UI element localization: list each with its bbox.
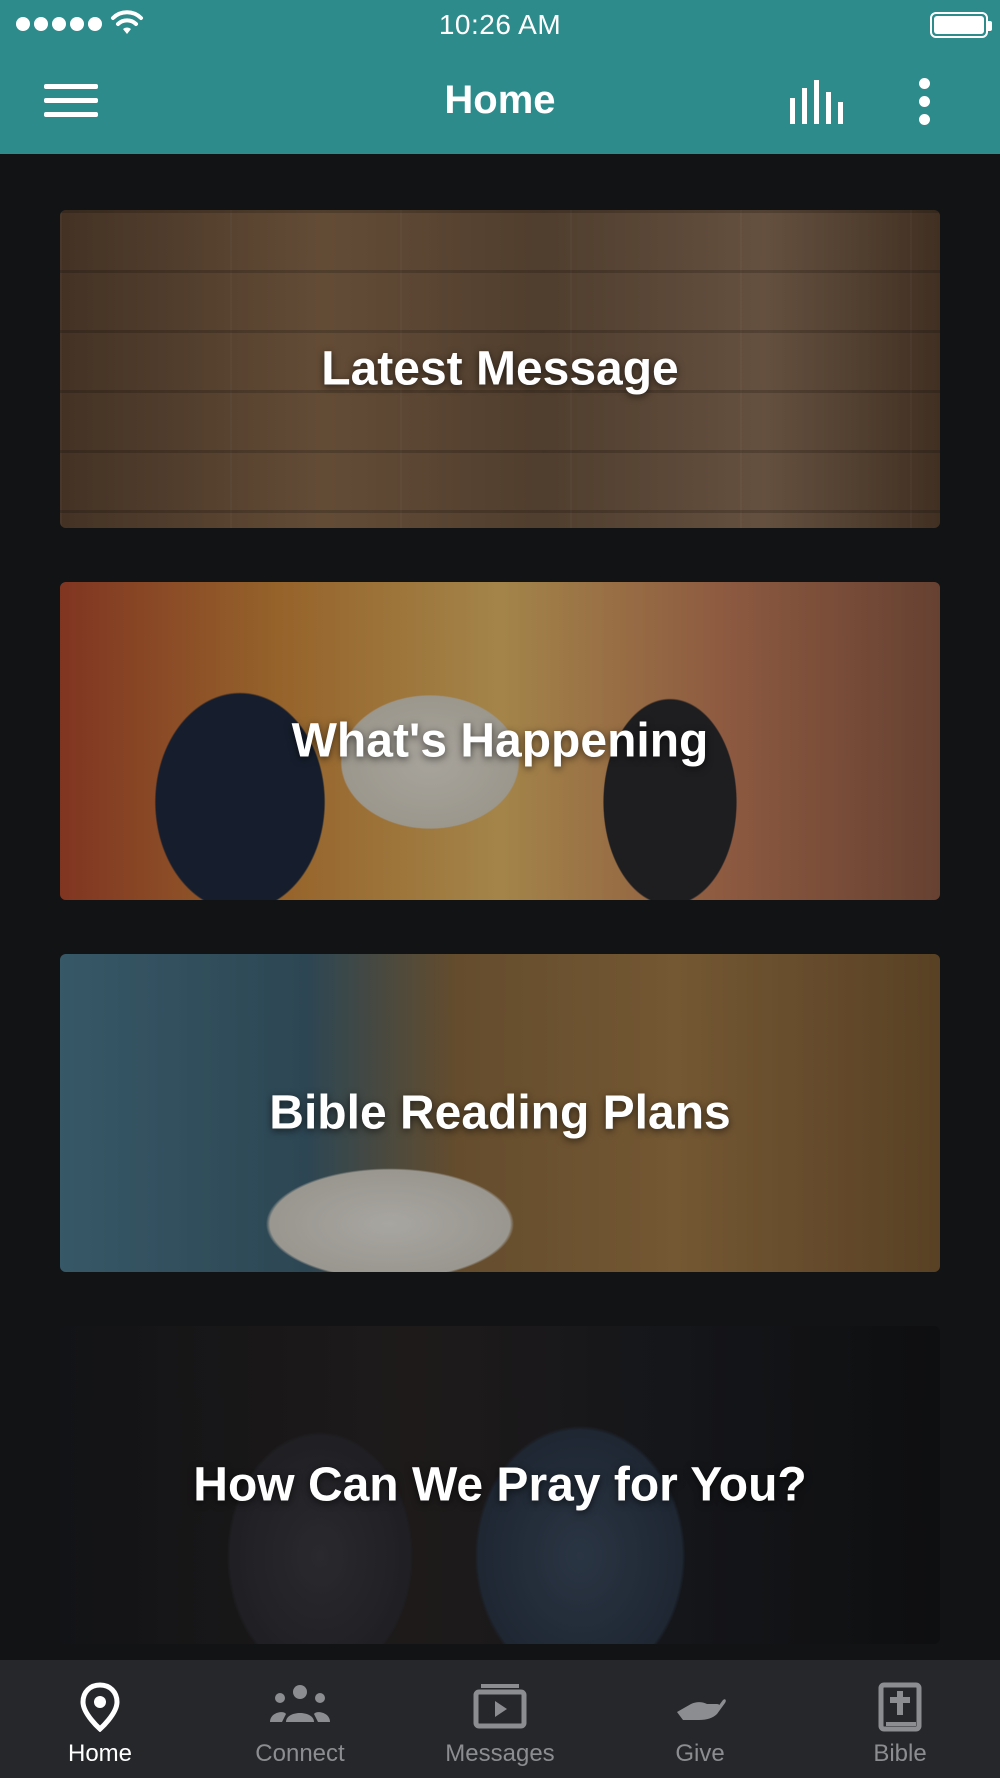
page-title: Home xyxy=(444,78,556,122)
nav-label: Connect xyxy=(255,1740,345,1767)
group-icon xyxy=(270,1685,330,1722)
card-label: What's Happening xyxy=(291,714,709,768)
card-label: Latest Message xyxy=(321,342,679,396)
status-bar: 10:26 AM xyxy=(0,0,1000,50)
card-label: How Can We Pray for You? xyxy=(193,1458,807,1512)
bible-book-icon xyxy=(878,1682,922,1732)
nav-label: Home xyxy=(67,1740,133,1767)
nav-label: Give xyxy=(675,1740,725,1767)
nav-messages[interactable]: Messages xyxy=(400,1660,600,1778)
nav-bible[interactable]: Bible xyxy=(800,1660,1000,1778)
audio-bars-icon[interactable] xyxy=(788,78,848,126)
nav-label: Messages xyxy=(445,1740,555,1767)
nav-connect[interactable]: Connect xyxy=(200,1660,400,1778)
video-play-icon xyxy=(473,1684,527,1729)
card-bible-reading-plans[interactable]: Bible Reading Plans xyxy=(60,954,940,1272)
app-header: 10:26 AM Home xyxy=(0,0,1000,154)
giving-hand-icon xyxy=(677,1699,726,1720)
nav-give[interactable]: Give xyxy=(600,1660,800,1778)
bottom-navigation: Home Connect Messages Give Bible xyxy=(0,1660,1000,1778)
card-prayer-request[interactable]: How Can We Pray for You? xyxy=(60,1326,940,1644)
card-latest-message[interactable]: Latest Message xyxy=(60,210,940,528)
card-label: Bible Reading Plans xyxy=(269,1086,731,1140)
map-pin-icon xyxy=(80,1682,120,1732)
status-time: 10:26 AM xyxy=(438,9,562,40)
card-whats-happening[interactable]: What's Happening xyxy=(60,582,940,900)
battery-icon xyxy=(930,12,992,38)
nav-home[interactable]: Home xyxy=(0,1660,200,1778)
nav-label: Bible xyxy=(873,1740,927,1767)
more-options-icon[interactable] xyxy=(910,72,940,132)
